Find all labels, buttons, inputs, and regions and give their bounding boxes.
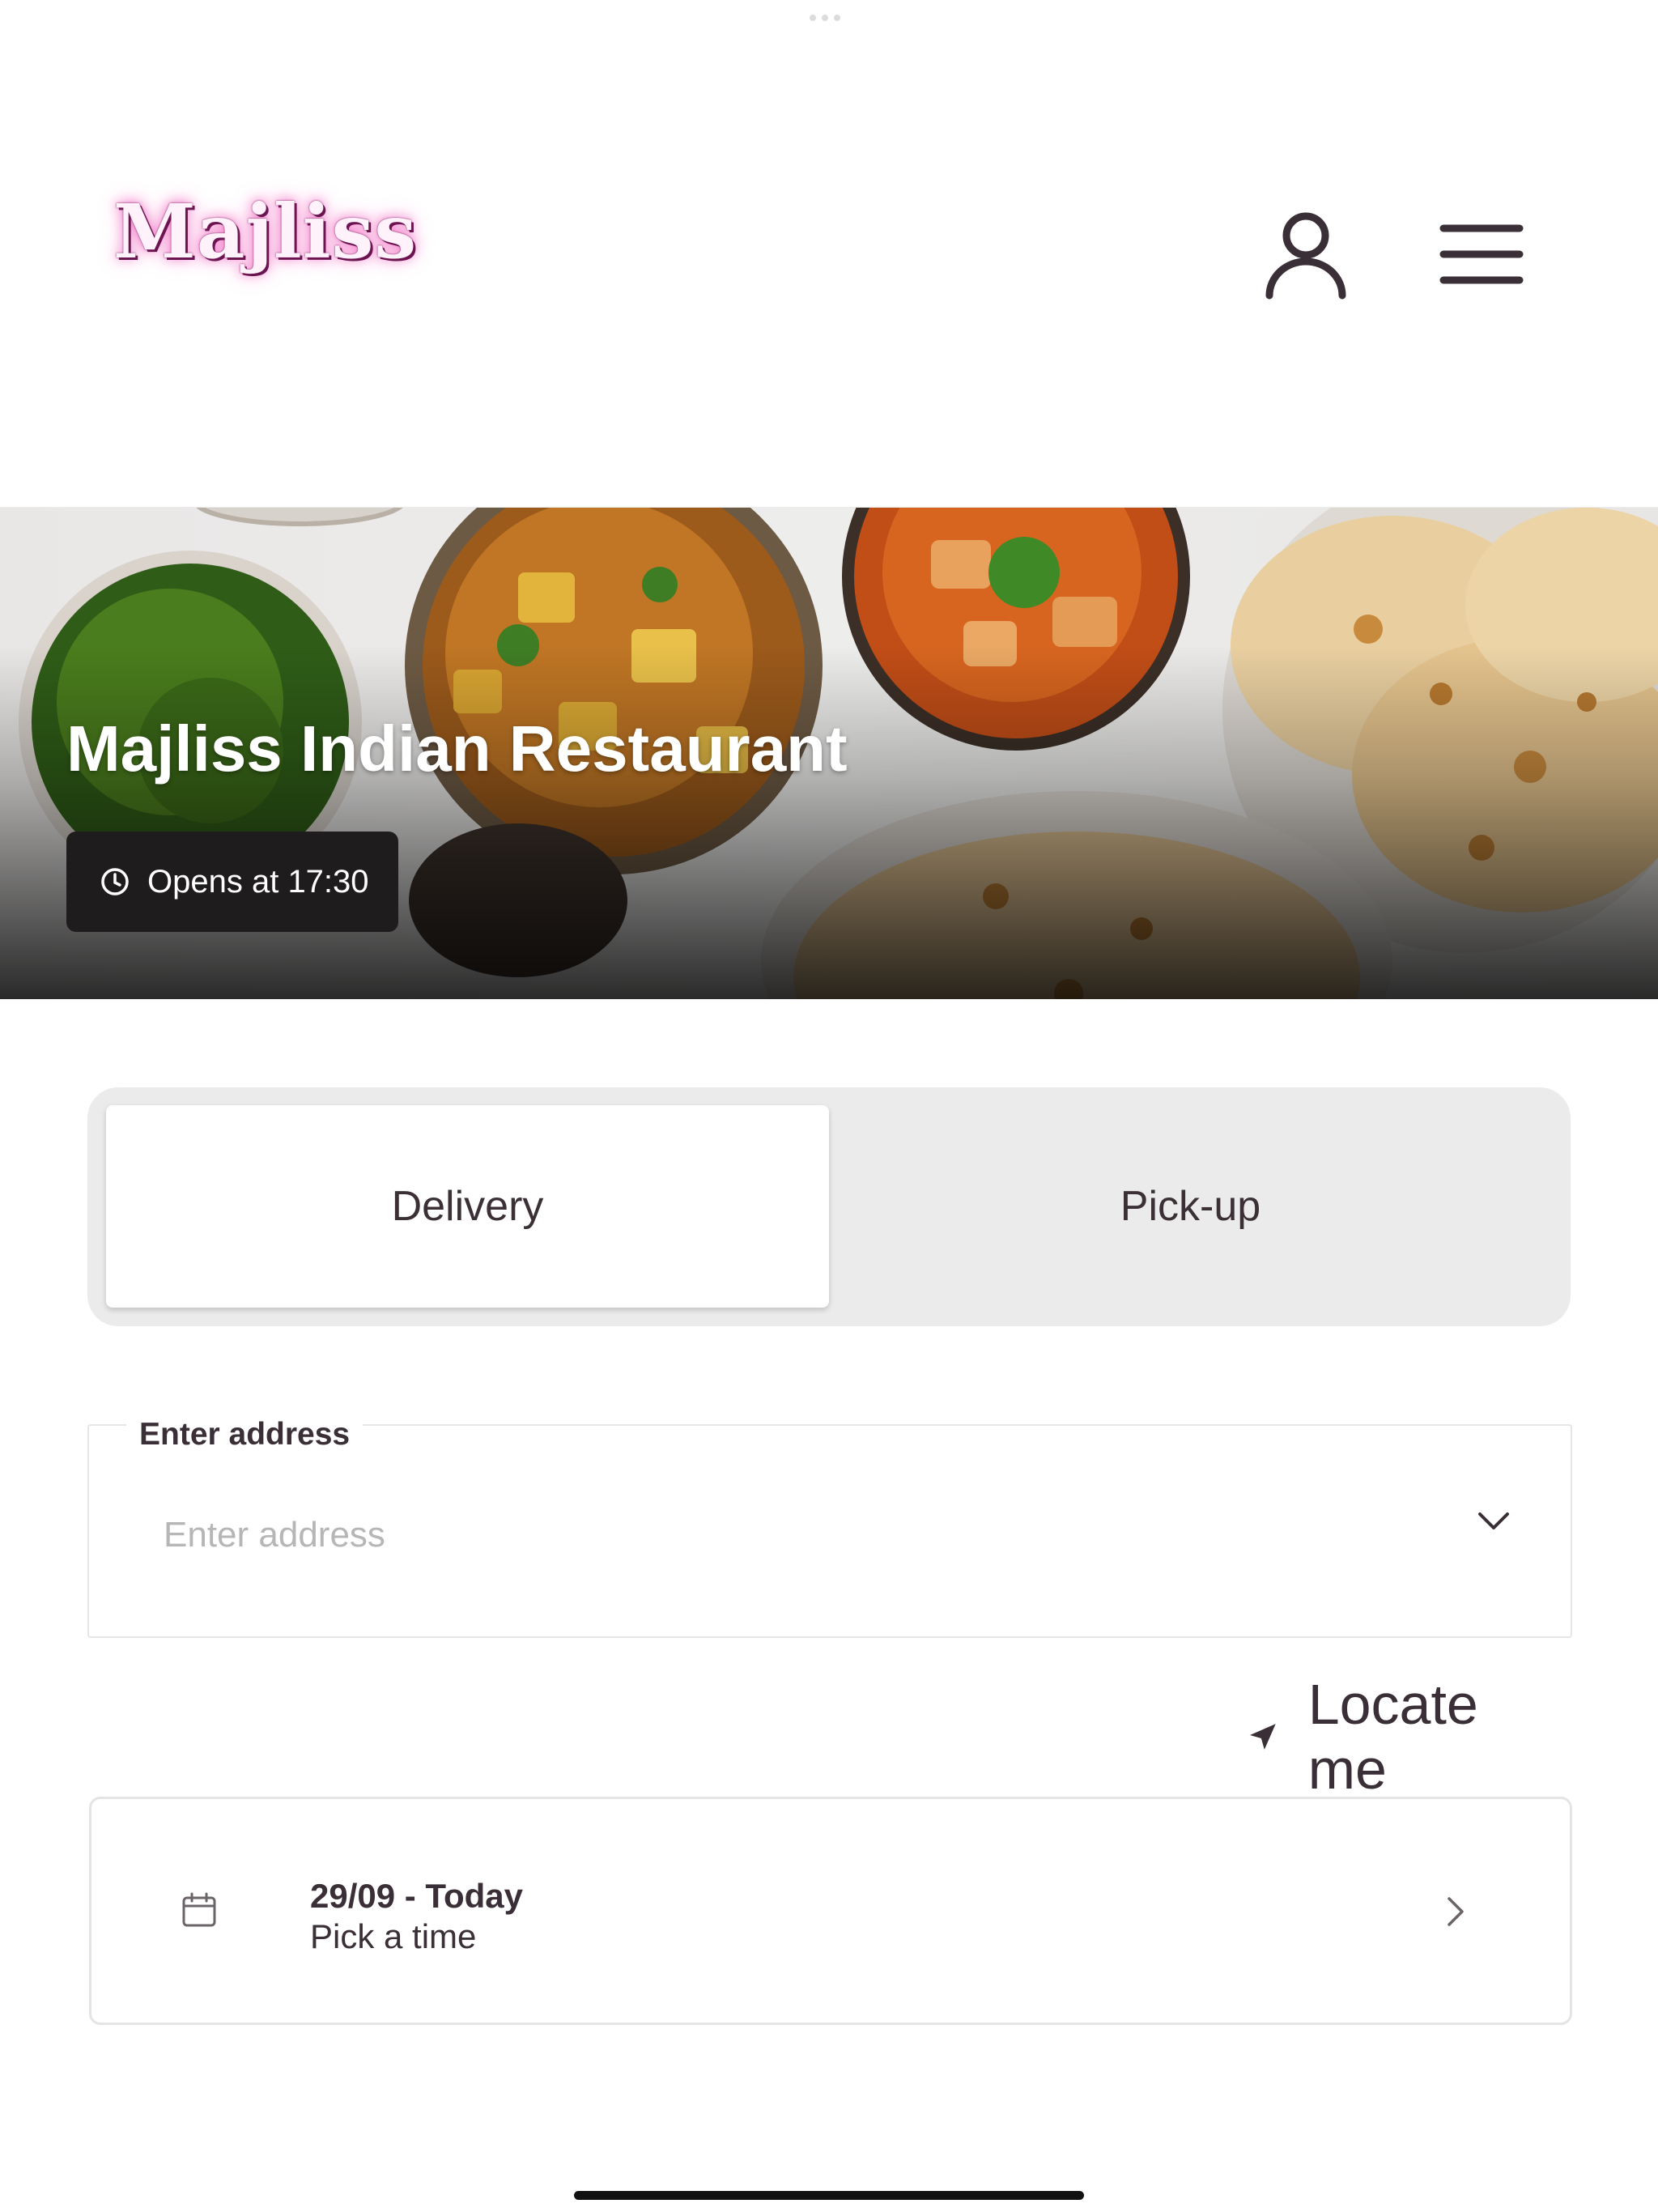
order-mode-toggle: Delivery Pick-up [87, 1087, 1571, 1326]
calendar-icon [182, 1892, 216, 1927]
delivery-tab[interactable]: Delivery [106, 1105, 829, 1308]
pickup-tab[interactable]: Pick-up [829, 1105, 1552, 1308]
selected-date-label: 29/09 - Today [310, 1877, 523, 1915]
location-arrow-icon [1249, 1724, 1276, 1750]
restaurant-name-title: Majliss Indian Restaurant [66, 713, 848, 785]
locate-me-label: Locate me [1307, 1673, 1478, 1801]
pick-time-label: Pick a time [310, 1917, 477, 1955]
address-input[interactable] [162, 1506, 1380, 1564]
user-icon[interactable] [1261, 206, 1350, 304]
hamburger-menu-icon[interactable] [1437, 219, 1526, 316]
opening-hours-badge: Opens at 17:30 [66, 832, 398, 932]
restaurant-logo[interactable]: Majliss [113, 194, 417, 269]
pickup-time-selector[interactable]: 29/09 - Today Pick a time [89, 1797, 1572, 2025]
chevron-right-icon [1448, 1897, 1464, 1926]
home-indicator[interactable] [574, 2191, 1084, 2200]
hero-banner: Majliss Indian Restaurant Opens at 17:30 [0, 508, 1658, 999]
opening-hours-text: Opens at 17:30 [147, 863, 369, 900]
restaurant-order-page: Majliss Majliss Indian Restaurant Opens … [0, 0, 1658, 2212]
clock-icon [101, 868, 129, 895]
header: Majliss [0, 0, 1658, 508]
chevron-down-icon[interactable] [1473, 1506, 1514, 1538]
address-field-label: Enter address [126, 1417, 363, 1453]
locate-me-button[interactable]: Locate me [1247, 1673, 1571, 1801]
